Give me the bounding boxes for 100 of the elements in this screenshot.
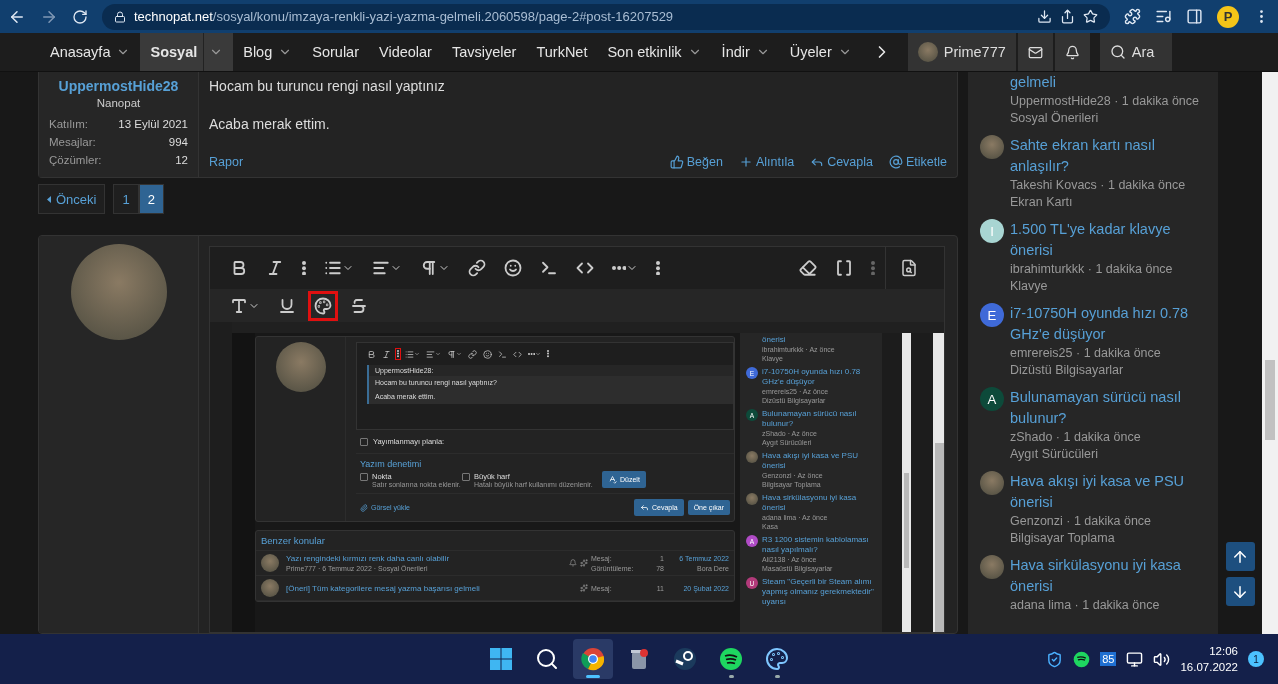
spotify-icon[interactable] [1073, 650, 1091, 668]
search-icon[interactable] [535, 647, 559, 671]
alerts-button[interactable] [1054, 33, 1090, 71]
page-button[interactable]: 2 [138, 184, 164, 214]
thread-link[interactable]: Hava sirkülasyonu iyi kasa önerisi [1010, 555, 1212, 597]
notification-badge[interactable]: 1 [1248, 651, 1264, 667]
section-title: Yazım denetimi [360, 459, 423, 469]
nav-tab[interactable]: Son etkinlik [597, 33, 712, 71]
taskbar-app[interactable] [573, 639, 613, 679]
avatar-letter: A [980, 387, 1004, 411]
code-icon [513, 349, 522, 359]
user-rank: Nanopat [96, 97, 141, 109]
thumbs-up-link[interactable]: Beğen [669, 155, 723, 169]
plus-link[interactable]: Alıntıla [738, 155, 795, 169]
reply-link[interactable]: Cevapla [810, 155, 873, 169]
address-bar[interactable]: technopat.net/sosyal/konu/imzaya-renkli-yazi-yazma-gelmeli.2060598/page-2#post-16207529 [102, 3, 1110, 30]
link-button[interactable] [467, 348, 478, 360]
checkbox[interactable] [360, 437, 368, 446]
thread-link[interactable]: Hava akışı iyi kasa ve PSU önerisi [762, 451, 876, 471]
caret-left-icon [47, 195, 51, 203]
italic-button[interactable] [381, 348, 392, 360]
checkbox[interactable] [462, 472, 470, 481]
thread-link[interactable]: i7-10750H oyunda hızı 0.78 GHz'e düşüyor [1010, 303, 1212, 345]
at-sign-link[interactable]: Etiketle [889, 155, 947, 169]
nav-tab[interactable]: Sorular [302, 33, 369, 71]
bookmark-star-icon[interactable] [1083, 9, 1098, 24]
spotify-icon[interactable] [719, 647, 743, 671]
reload-icon[interactable] [72, 8, 88, 25]
more-vertical-button[interactable] [546, 349, 551, 359]
nav-tab[interactable]: Tavsiyeler [441, 33, 527, 71]
previous-page-button[interactable]: Önceki [38, 184, 106, 214]
thread-link[interactable]: i7-10750H oyunda hızı 0.78 GHz'e düşüyor [762, 367, 876, 387]
checkbox[interactable] [360, 472, 368, 481]
pilcrow-button[interactable] [446, 348, 463, 360]
nav-tab[interactable]: Videolar [369, 33, 442, 71]
palette-button[interactable] [311, 293, 335, 318]
volume-icon[interactable] [1153, 650, 1171, 668]
tray-badge[interactable]: 85 [1100, 652, 1117, 666]
page-button[interactable]: 1 [113, 184, 139, 214]
username-link[interactable]: UppermostHide28 [58, 78, 179, 94]
reply-icon [639, 503, 649, 512]
at-sign-icon [889, 155, 903, 169]
align-left-icon [372, 259, 390, 277]
thread-link[interactable]: [Öneri] Tüm kategorilere mesaj yazma başarısı gelmeli [286, 583, 557, 593]
thread-link[interactable]: Sahte ekran kartı nasıl anlaşılır? [1010, 135, 1212, 177]
more-vertical-button[interactable] [396, 349, 400, 359]
nav-tab[interactable]: Blog [233, 33, 303, 71]
scroll-bottom-button[interactable] [1225, 577, 1255, 606]
nav-tab[interactable]: Anasayfa [40, 33, 141, 71]
more-horizontal-button[interactable] [527, 350, 543, 358]
thread-category: Bilgisayar Toplama [1010, 530, 1116, 547]
thread-link[interactable]: Bulunamayan sürücü nasıl bulunur? [762, 409, 876, 429]
profile-avatar[interactable]: P [1217, 5, 1239, 28]
rich-text-editor[interactable] [209, 246, 945, 633]
sparkle-icon [580, 559, 588, 567]
thread-link[interactable]: Steam "Geçerli bir Steam alımı yapmış olmanız gerekmektedir" uyarısı [762, 577, 876, 607]
inbox-button[interactable] [1017, 33, 1053, 71]
media-icon[interactable] [1155, 8, 1172, 25]
scroll-top-button[interactable] [1225, 542, 1255, 571]
extensions-icon[interactable] [1124, 8, 1141, 25]
spell-check-icon [608, 475, 617, 484]
nav-tab[interactable]: Üyeler [779, 33, 862, 71]
nav-tab[interactable]: TurkNet [526, 33, 598, 71]
browser-icon[interactable] [581, 647, 605, 671]
search-button[interactable]: Ara [1099, 33, 1173, 71]
share-icon[interactable] [1060, 9, 1075, 24]
palette-icon[interactable] [765, 647, 789, 671]
side-panel-icon[interactable] [1186, 8, 1203, 25]
align-left-button[interactable] [425, 348, 442, 360]
bold-button[interactable] [366, 348, 377, 360]
underline-icon [278, 296, 296, 315]
thread-link[interactable]: R3 1200 sistemin kablolaması nasıl yapılmalı? [762, 535, 876, 555]
network-icon[interactable] [1126, 650, 1144, 668]
thread-link[interactable]: 1.500 TL'ye kadar klavye önerisi [1010, 219, 1212, 261]
clock-time[interactable]: 12:06 [1209, 643, 1238, 659]
clock-date[interactable]: 16.07.2022 [1180, 659, 1238, 675]
thread-link[interactable]: Hava sirkülasyonu iyi kasa önerisi [762, 493, 876, 513]
pilcrow-icon [420, 259, 438, 277]
steam-icon[interactable] [673, 647, 697, 671]
scrollbar[interactable] [1262, 72, 1278, 634]
list-button[interactable] [404, 348, 421, 360]
shield-icon[interactable] [1046, 650, 1064, 668]
plus-icon [738, 155, 753, 169]
thread-link[interactable]: önerisi [762, 335, 835, 345]
thread-meta: Takeshi Kovacs · 1 dakika önce [1010, 177, 1187, 194]
thread-meta: emrereis25 · 1 dakika önce [1010, 345, 1162, 362]
thread-link[interactable]: gelmeli [1010, 72, 1199, 93]
user-menu[interactable]: Prime777 [907, 33, 1016, 71]
nav-tab[interactable]: Sosyal [140, 33, 234, 71]
url-text[interactable]: technopat.net/sosyal/konu/imzaya-renkli-yazi-yazma-gelmeli.2060598/page-2#post-16207529 [134, 9, 674, 24]
italic-icon [382, 349, 391, 359]
report-link[interactable]: Rapor [209, 155, 244, 169]
thread-link[interactable]: Hava akışı iyi kasa ve PSU önerisi [1010, 471, 1212, 513]
download-icon[interactable] [1037, 9, 1052, 24]
avatar-photo [275, 342, 326, 392]
smiley-button[interactable] [482, 348, 493, 360]
start-icon[interactable] [489, 647, 513, 671]
thread-link[interactable]: Yazı rengindeki kırmızı renk daha canlı olabilir [286, 554, 557, 563]
thread-link[interactable]: Bulunamayan sürücü nasıl bulunur? [1010, 387, 1212, 429]
nav-tab[interactable]: İndir [711, 33, 780, 71]
